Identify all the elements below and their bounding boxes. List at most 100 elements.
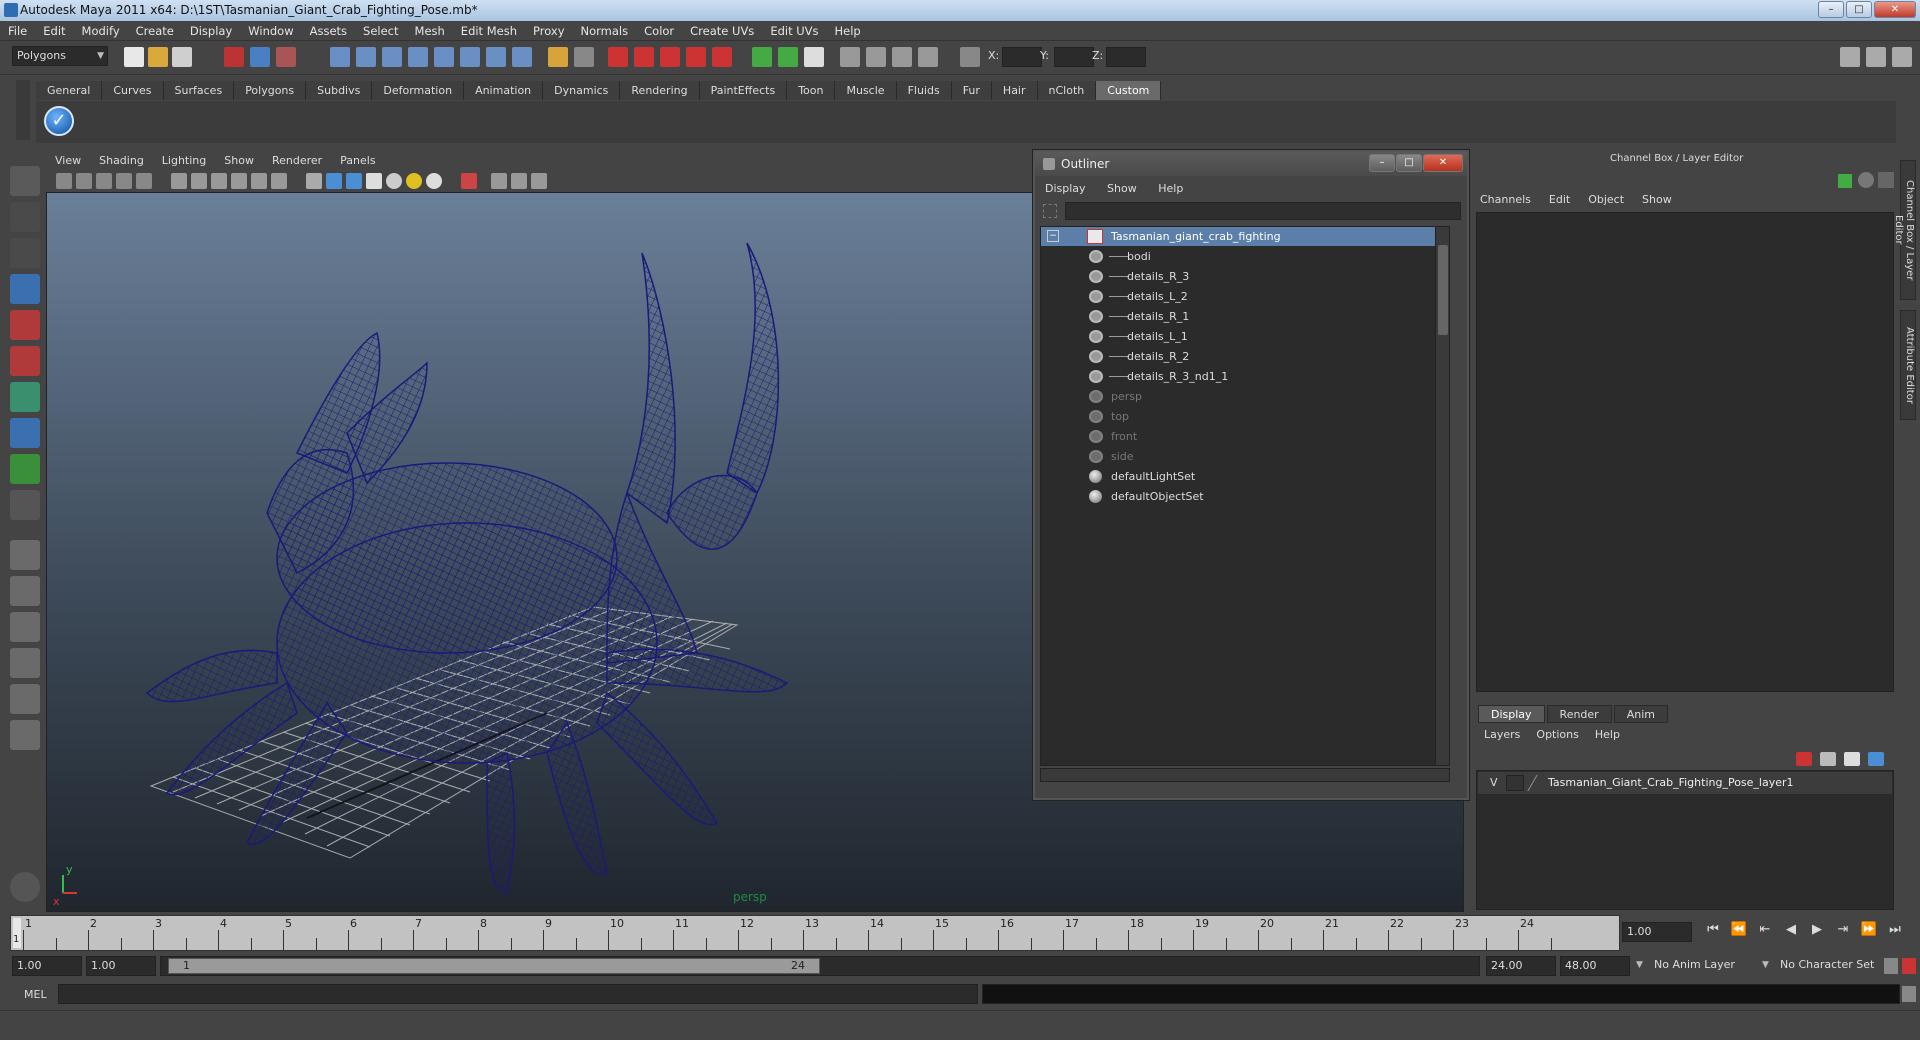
mask-joints-icon[interactable]: [356, 47, 376, 67]
viewport-menu-shading[interactable]: Shading: [90, 154, 153, 167]
mask-curves-icon[interactable]: [382, 47, 402, 67]
outliner-filter-icon[interactable]: [1043, 204, 1057, 218]
shelf-tab-deformation[interactable]: Deformation: [372, 80, 465, 100]
outliner-maximize-button[interactable]: □: [1396, 154, 1422, 172]
outliner-search-input[interactable]: [1065, 202, 1461, 220]
x-ray-joints-icon[interactable]: [511, 173, 527, 189]
shelf-tab-curves[interactable]: Curves: [102, 80, 164, 100]
menu-proxy[interactable]: Proxy: [525, 21, 573, 41]
animation-preferences-icon[interactable]: [1902, 958, 1916, 974]
shelf-menu-handle[interactable]: [16, 80, 30, 140]
channel-box-key-icon[interactable]: [1838, 174, 1852, 188]
outliner-item-details-r-3[interactable]: details_R_3: [1041, 267, 1449, 286]
shelf-tab-rendering[interactable]: Rendering: [620, 80, 700, 100]
mel-label[interactable]: MEL: [24, 988, 47, 1001]
layer-tab-display[interactable]: Display: [1478, 705, 1545, 723]
paint-select-tool-icon[interactable]: [10, 238, 40, 268]
select-tool-icon[interactable]: [10, 166, 40, 196]
start-time-field[interactable]: 1.00: [12, 956, 82, 976]
outliner-item-persp[interactable]: persp: [1041, 387, 1449, 406]
soft-modification-icon[interactable]: [10, 418, 40, 448]
shelf-tab-toon[interactable]: Toon: [787, 80, 836, 100]
menu-modify[interactable]: Modify: [74, 21, 128, 41]
rotate-tool-icon[interactable]: [10, 310, 40, 340]
outliner-item-details-l-1[interactable]: details_L_1: [1041, 327, 1449, 346]
menu-color[interactable]: Color: [636, 21, 682, 41]
menu-edit[interactable]: Edit: [35, 21, 73, 41]
snap-grid-icon[interactable]: [608, 47, 628, 67]
menu-create[interactable]: Create: [128, 21, 182, 41]
new-layer-icon[interactable]: [1820, 752, 1836, 766]
layer-color-swatch[interactable]: [1527, 775, 1549, 791]
save-scene-icon[interactable]: [172, 47, 192, 67]
play-forwards-button[interactable]: ▶: [1804, 922, 1830, 937]
outliner-item-bodi[interactable]: bodi: [1041, 247, 1449, 266]
outliner-menu-display[interactable]: Display: [1045, 182, 1104, 195]
step-forward-key-button[interactable]: ⏩: [1856, 922, 1882, 937]
select-camera-icon[interactable]: [56, 173, 72, 189]
menu-create-uvs[interactable]: Create UVs: [682, 21, 762, 41]
outliner-horizontal-scrollbar[interactable]: [1040, 768, 1450, 782]
shelf-tab-custom[interactable]: Custom: [1096, 80, 1162, 100]
channel-box-speed-icon[interactable]: [1878, 172, 1894, 188]
quick-layout-icon[interactable]: [10, 872, 40, 902]
film-gate-icon[interactable]: [191, 173, 207, 189]
shelf-tab-dynamics[interactable]: Dynamics: [543, 80, 621, 100]
menu-file[interactable]: File: [0, 21, 35, 41]
menuset-dropdown[interactable]: Polygons ▼: [12, 46, 108, 66]
layer-tab-render[interactable]: Render: [1546, 705, 1612, 723]
menu-edit-uvs[interactable]: Edit UVs: [762, 21, 826, 41]
step-back-frame-button[interactable]: ⇤: [1752, 922, 1778, 937]
outliner-item-default-object-set[interactable]: defaultObjectSet: [1041, 487, 1449, 506]
backface-culling-icon[interactable]: [531, 173, 547, 189]
menu-select[interactable]: Select: [355, 21, 406, 41]
select-by-component-icon[interactable]: [276, 47, 296, 67]
render-frame-icon[interactable]: [866, 47, 886, 67]
chevron-down-icon[interactable]: ▼: [1636, 960, 1643, 970]
layer-visibility-toggle[interactable]: V: [1490, 776, 1498, 789]
layout-outliner-icon[interactable]: [10, 612, 40, 642]
shelf-tab-polygons[interactable]: Polygons: [234, 80, 307, 100]
x-field[interactable]: [1002, 47, 1042, 67]
collapse-toggle-icon[interactable]: −: [1047, 230, 1059, 242]
all-lights-icon[interactable]: [406, 173, 422, 189]
move-layer-down-icon[interactable]: [1868, 752, 1884, 766]
shelf-tab-general[interactable]: General: [36, 80, 103, 100]
safe-action-icon[interactable]: [271, 173, 287, 189]
transform-field-icon[interactable]: [960, 47, 980, 67]
layer-menu-layers[interactable]: Layers: [1484, 728, 1536, 741]
smooth-shading-icon[interactable]: [326, 173, 342, 189]
shelf-tab-painteffects[interactable]: PaintEffects: [699, 80, 788, 100]
go-to-end-button[interactable]: ⏭: [1882, 922, 1908, 937]
outliner-item-side[interactable]: side: [1041, 447, 1449, 466]
menu-window[interactable]: Window: [240, 21, 301, 41]
y-field[interactable]: [1054, 47, 1094, 67]
shelf-tab-fur[interactable]: Fur: [951, 80, 992, 100]
viewport-menu-show[interactable]: Show: [215, 154, 263, 167]
shelf-tab-subdivs[interactable]: Subdivs: [306, 80, 373, 100]
chevron-down-icon[interactable]: ▼: [1762, 960, 1769, 970]
mask-rendering-icon[interactable]: [486, 47, 506, 67]
playback-start-field[interactable]: 1.00: [86, 956, 156, 976]
shadows-icon[interactable]: [426, 173, 442, 189]
menu-help[interactable]: Help: [827, 21, 869, 41]
outliner-menu-help[interactable]: Help: [1158, 182, 1201, 195]
universal-manipulator-icon[interactable]: [10, 382, 40, 412]
scrollbar-thumb[interactable]: [1438, 245, 1448, 335]
channel-box-menu-show[interactable]: Show: [1642, 193, 1690, 206]
z-field[interactable]: [1106, 47, 1146, 67]
minimize-button[interactable]: –: [1818, 1, 1844, 18]
channel-box-menu-edit[interactable]: Edit: [1549, 193, 1588, 206]
menu-assets[interactable]: Assets: [302, 21, 355, 41]
wireframe-shading-icon[interactable]: [306, 173, 322, 189]
character-set-dropdown[interactable]: No Character Set: [1776, 956, 1880, 976]
layout-graph-icon[interactable]: [10, 648, 40, 678]
construction-history-icon[interactable]: [804, 47, 824, 67]
current-frame-field[interactable]: 1.00: [1622, 922, 1692, 942]
current-frame-marker[interactable]: 1: [13, 918, 21, 948]
highlight-selection-icon[interactable]: [574, 47, 594, 67]
menu-display[interactable]: Display: [182, 21, 240, 41]
output-history-icon[interactable]: [778, 47, 798, 67]
move-layer-up-icon[interactable]: [1844, 752, 1860, 766]
menu-normals[interactable]: Normals: [573, 21, 637, 41]
